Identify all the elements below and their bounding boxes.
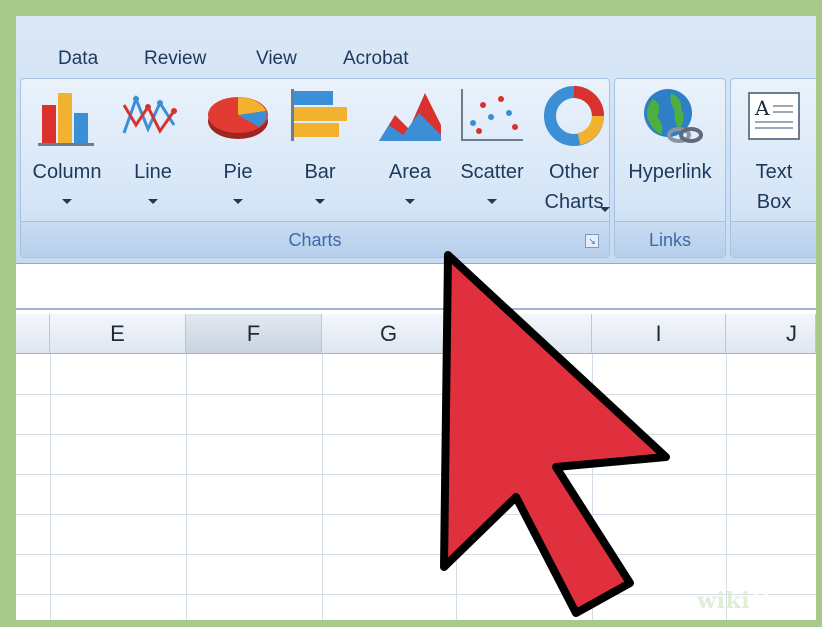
excel-window: Data Review View Acrobat Column Line Pie… — [16, 16, 816, 620]
chevron-down-icon — [233, 199, 243, 204]
tab-view[interactable]: View — [256, 42, 297, 76]
charts-group: Column Line Pie Bar Area Scatter Other C… — [20, 78, 610, 258]
pie-chart-button[interactable]: Pie — [197, 79, 279, 224]
scatter-chart-button[interactable]: Scatter — [451, 79, 533, 224]
bar-chart-button[interactable]: Bar — [279, 79, 361, 224]
watermark-logo: wikiHow — [697, 588, 806, 614]
column-header-stub[interactable] — [16, 314, 50, 354]
links-group: Hyperlink Links — [614, 78, 726, 258]
globe-link-icon — [644, 89, 703, 143]
column-label: Column — [32, 161, 102, 183]
text-group-label — [731, 221, 816, 257]
svg-text:A: A — [754, 96, 770, 120]
area-chart-button[interactable]: Area — [369, 79, 451, 224]
tab-data[interactable]: Data — [58, 42, 98, 76]
hyperlink-button[interactable]: Hyperlink — [615, 79, 725, 224]
column-header-e[interactable]: E — [50, 314, 186, 354]
text-group: A Text Box — [730, 78, 816, 258]
doughnut-chart-icon — [544, 86, 604, 146]
pie-label: Pie — [223, 161, 253, 183]
tab-review[interactable]: Review — [144, 42, 206, 76]
text-box-button[interactable]: A Text Box — [731, 79, 816, 224]
chevron-down-icon — [315, 199, 325, 204]
column-header-f[interactable]: F — [186, 314, 322, 354]
bar-label: Bar — [304, 161, 336, 183]
scatter-chart-icon — [461, 89, 523, 141]
text-box-label: Text Box — [755, 161, 793, 213]
line-chart-button[interactable]: Line — [117, 79, 189, 224]
chevron-down-icon — [405, 199, 415, 204]
other-charts-button[interactable]: Other Charts — [533, 79, 615, 224]
hyperlink-label: Hyperlink — [628, 161, 712, 183]
line-chart-icon — [122, 94, 177, 134]
tab-acrobat[interactable]: Acrobat — [343, 42, 408, 76]
scatter-label: Scatter — [460, 161, 524, 183]
area-label: Area — [388, 161, 432, 183]
pie-chart-icon — [208, 97, 268, 139]
column-chart-button[interactable]: Column — [21, 79, 113, 224]
bar-chart-icon — [291, 89, 347, 141]
text-box-icon: A — [748, 92, 800, 140]
chevron-down-icon — [487, 199, 497, 204]
column-chart-icon — [38, 93, 94, 146]
line-label: Line — [134, 161, 172, 183]
area-chart-icon — [379, 93, 441, 141]
chevron-down-icon — [148, 199, 158, 204]
chevron-down-icon — [62, 199, 72, 204]
column-header-j[interactable]: J — [726, 314, 816, 354]
ribbon-tabs: Data Review View Acrobat — [16, 42, 816, 78]
pointer-arrow-icon — [440, 251, 670, 617]
chevron-down-icon — [600, 207, 610, 212]
ribbon: Data Review View Acrobat Column Line Pie… — [16, 16, 816, 264]
